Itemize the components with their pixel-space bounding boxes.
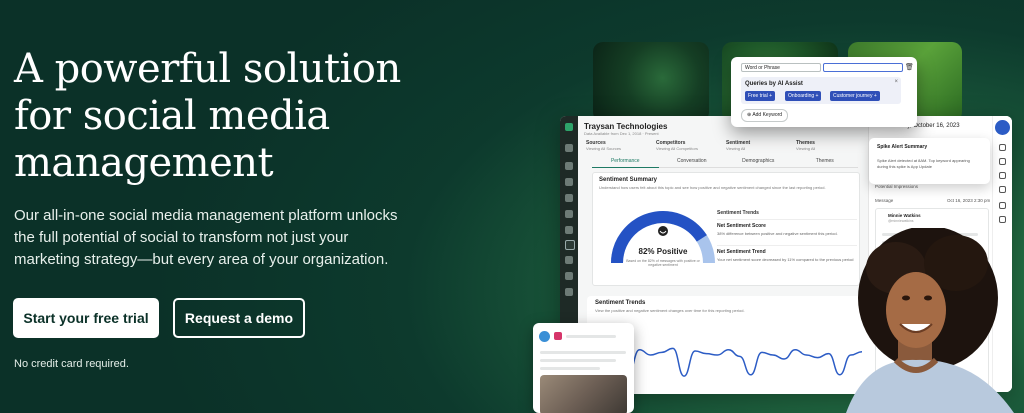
- hero-subtext: Our all-in-one social media management p…: [14, 207, 398, 268]
- keyboard-icon[interactable]: [999, 216, 1006, 223]
- instagram-icon[interactable]: [999, 186, 1006, 193]
- text-line: [540, 351, 626, 354]
- tab-themes[interactable]: Themes: [791, 158, 858, 168]
- hero-headline: A powerful solution for social media man…: [14, 46, 401, 186]
- word-or-phrase-select[interactable]: Word or Phrase: [741, 63, 821, 72]
- message-date: Oct 16, 2023 2:30 pm: [947, 198, 991, 203]
- author-handle: @minniewatkins: [888, 219, 914, 223]
- leaf-photo-1: [593, 42, 709, 122]
- chip-free-trial[interactable]: Free trial +: [745, 91, 776, 101]
- add-keyword-button[interactable]: ⊕ Add Keyword: [741, 109, 789, 122]
- filter-themes[interactable]: Themes Viewing All: [794, 140, 864, 154]
- close-icon[interactable]: ×: [894, 79, 898, 85]
- folder-icon: [565, 144, 573, 152]
- chip-onboarding[interactable]: Onboarding +: [785, 91, 822, 101]
- potential-impressions-select[interactable]: Potential Impressions: [875, 184, 918, 189]
- send-icon: [565, 226, 573, 234]
- spike-alert-card: Spike Alert Summary Spike Alert detected…: [869, 138, 990, 184]
- list-icon: [565, 210, 573, 218]
- tab-demographics[interactable]: Demographics: [725, 158, 792, 168]
- cta-row: Start your free trial Request a demo: [13, 298, 305, 338]
- listening-icon: [565, 240, 575, 250]
- gauge-positive-arc: [611, 211, 707, 264]
- sentiment-summary-desc: Understand how users felt about this top…: [599, 185, 826, 190]
- tab-conversation[interactable]: Conversation: [658, 158, 725, 168]
- alert-icon[interactable]: [999, 144, 1006, 151]
- chat-icon[interactable]: [999, 158, 1006, 165]
- dashboard-tabs: Performance Conversation Demographics Th…: [592, 158, 858, 168]
- tab-performance[interactable]: Performance: [592, 158, 659, 168]
- smile-icon: [658, 226, 668, 236]
- filter-sentiment[interactable]: Sentiment Viewing All: [724, 140, 794, 154]
- filter-sources[interactable]: Sources Viewing All Sources: [584, 140, 654, 154]
- chip-customer-journey[interactable]: Customer journey +: [830, 91, 880, 101]
- reports-icon: [565, 256, 573, 264]
- avatar: [539, 331, 550, 342]
- keyword-popup: Word or Phrase 🗑 Queries by AI Assist × …: [731, 57, 917, 127]
- ai-assist-group: Queries by AI Assist × Free trial + Onbo…: [741, 77, 901, 104]
- sentiment-summary-title: Sentiment Summary: [599, 177, 658, 183]
- start-free-trial-button[interactable]: Start your free trial: [13, 298, 159, 338]
- gauge-note: Based on the 82% of messages with positi…: [626, 259, 700, 267]
- pin-icon: [565, 194, 573, 202]
- keyword-input[interactable]: [823, 63, 903, 72]
- spike-alert-title: Spike Alert Summary: [877, 144, 928, 150]
- author-name: Minnie Watkins: [888, 213, 921, 218]
- tag-icon: [565, 288, 573, 296]
- ai-assist-title: Queries by AI Assist: [745, 81, 803, 87]
- home-icon: [565, 162, 573, 170]
- gauge-value: 82% Positive: [638, 247, 688, 256]
- message-label: Message: [875, 198, 894, 203]
- instagram-icon: [554, 332, 562, 340]
- link-icon[interactable]: [999, 172, 1006, 179]
- request-demo-button[interactable]: Request a demo: [173, 298, 305, 338]
- no-credit-card-note: No credit card required.: [14, 358, 129, 370]
- globe-icon: [565, 272, 573, 280]
- inbox-icon: [565, 178, 573, 186]
- social-post-card: [533, 323, 634, 413]
- spike-alert-text: Spike Alert detected at 8AM. Top keyword…: [877, 158, 970, 169]
- trash-icon[interactable]: 🗑: [905, 63, 914, 71]
- brand-subtitle: Data Available from Dec 1, 2018 · Presen…: [584, 131, 659, 136]
- filter-competitors[interactable]: Competitors Viewing All Competitors: [654, 140, 724, 154]
- logo-icon: [565, 123, 573, 131]
- sentiment-series-line: [594, 347, 863, 377]
- sentiment-trends-heading: Sentiment Trends: [717, 210, 759, 216]
- post-image: [540, 375, 627, 413]
- filter-bar: Sources Viewing All Sources Competitors Vi…: [584, 140, 864, 154]
- text-line: [540, 367, 600, 370]
- hero-section: A powerful solution for social media man…: [14, 46, 414, 271]
- brand-name: Traysan Technologies: [584, 122, 668, 131]
- smiling-woman-photo: [846, 228, 1014, 413]
- text-line: [540, 359, 616, 362]
- sentiment-summary-panel: Sentiment Summary Understand how users f…: [592, 172, 860, 286]
- help-icon[interactable]: [999, 202, 1006, 209]
- text-line: [566, 335, 616, 338]
- compose-button[interactable]: [995, 120, 1010, 135]
